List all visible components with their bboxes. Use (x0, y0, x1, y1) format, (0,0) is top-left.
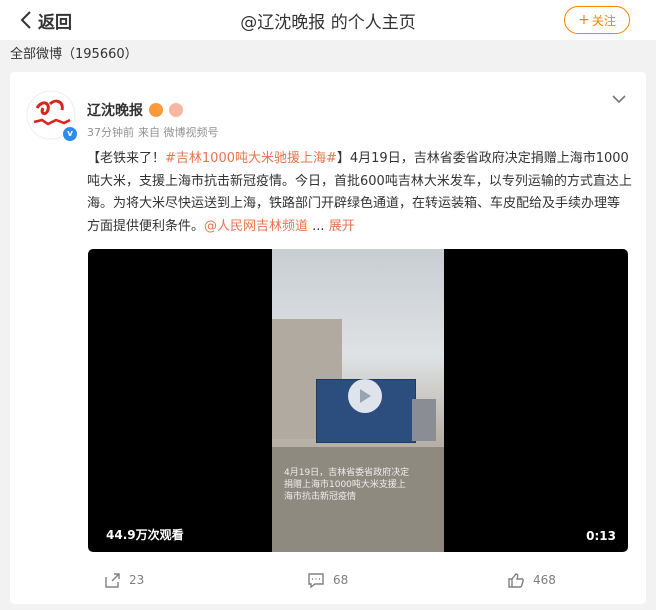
chevron-down-icon[interactable] (612, 89, 626, 108)
back-button[interactable]: 返回 (20, 0, 72, 40)
chevron-left-icon (20, 10, 32, 30)
post-text: 【老铁来了！#吉林1000吨大米驰援上海#】4月19日，吉林省委省政府决定捐赠上… (87, 148, 632, 238)
video-duration: 0:13 (586, 529, 616, 543)
plus-icon: + (578, 12, 590, 28)
avatar[interactable]: v (26, 90, 78, 142)
author-row: 辽沈晚报 (87, 100, 183, 120)
fan-badge-icon (169, 103, 183, 117)
comment-button[interactable]: 68 (307, 568, 348, 592)
member-badge-icon (149, 103, 163, 117)
verified-badge-icon: v (62, 126, 78, 142)
repost-button[interactable]: 23 (104, 568, 144, 592)
page-title: @辽沈晚报 的个人主页 (240, 12, 416, 33)
post-time[interactable]: 37分钟前 (87, 124, 134, 140)
hashtag-link[interactable]: #吉林1000吨大米驰援上海# (165, 151, 337, 166)
action-bar: 23 68 468 (10, 568, 646, 592)
comment-count: 68 (333, 573, 349, 587)
repost-count: 23 (129, 573, 145, 587)
expand-link[interactable]: 展开 (329, 219, 355, 234)
post-meta: 37分钟前 来自 微博视频号 (87, 124, 219, 140)
view-count: 44.9万次观看 (106, 528, 184, 542)
mention-link[interactable]: @人民网吉林频道 (204, 219, 308, 234)
like-button[interactable]: 468 (507, 568, 556, 592)
thumbs-up-icon (507, 572, 525, 589)
video-caption: 4月19日，吉林省委省政府决定捐赠上海市1000吨大米支援上海市抗击新冠疫情 (284, 468, 410, 502)
video-player[interactable]: 4月19日，吉林省委省政府决定捐赠上海市1000吨大米支援上海市抗击新冠疫情 4… (88, 249, 628, 552)
post-lead: 【老铁来了！ (87, 151, 166, 166)
comment-icon (307, 572, 325, 589)
play-icon[interactable] (348, 379, 382, 413)
ellipsis: ... (312, 218, 325, 234)
back-label: 返回 (38, 12, 72, 33)
follow-button[interactable]: + 关注 (564, 6, 630, 34)
weibo-card: v 辽沈晚报 37分钟前 来自 微博视频号 【老铁来了！#吉林1000吨大米驰援… (10, 72, 646, 604)
author-name[interactable]: 辽沈晚报 (87, 100, 143, 120)
like-count: 468 (533, 573, 556, 587)
all-weibo-count: 全部微博（195660） (10, 47, 138, 62)
video-truck-cab (412, 399, 436, 441)
top-bar: 返回 @辽沈晚报 的个人主页 + 关注 (0, 0, 656, 40)
post-source: 来自 微博视频号 (138, 126, 219, 139)
repost-icon (104, 572, 121, 589)
follow-label: 关注 (591, 13, 616, 28)
